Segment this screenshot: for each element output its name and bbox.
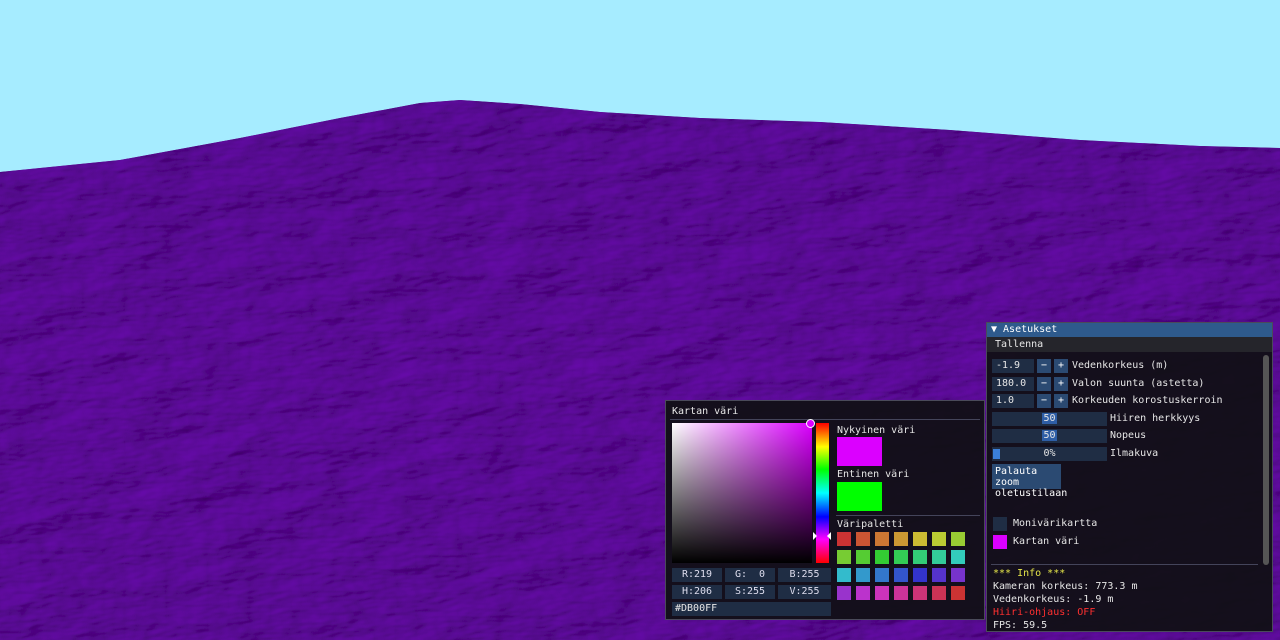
aerial-image-slider-handle[interactable] [993,449,1000,459]
save-menu-item[interactable]: Tallenna [995,339,1043,350]
mouse-sensitivity-slider[interactable]: 50 [992,412,1107,426]
palette-swatch[interactable] [837,550,851,564]
height-exaggeration-decrement-button[interactable]: − [1037,394,1051,408]
camera-height-text: Kameran korkeus: 773.3 m [993,581,1138,592]
value-channel-input[interactable]: V:255 [778,585,831,599]
palette-swatch[interactable] [951,586,965,600]
settings-window[interactable]: ▼ Asetukset Tallenna -1.9 − + Vedenkorke… [986,322,1273,632]
info-divider [991,564,1258,565]
palette-swatch[interactable] [913,568,927,582]
light-direction-increment-button[interactable]: + [1054,377,1068,391]
palette-swatch[interactable] [932,550,946,564]
palette-swatch[interactable] [913,586,927,600]
multicolor-map-label: Monivärikartta [1013,518,1098,529]
settings-title-bar[interactable]: ▼ Asetukset [987,323,1272,337]
palette-swatch[interactable] [932,532,946,546]
mouse-control-status: Hiiri-ohjaus: OFF [993,607,1096,618]
palette-swatch[interactable] [894,568,908,582]
water-height-text: Vedenkorkeus: -1.9 m [993,594,1114,605]
hue-marker-left-icon [813,532,817,540]
previous-color-swatch[interactable] [837,482,882,511]
speed-label: Nopeus [1110,430,1147,441]
palette-swatch[interactable] [951,532,965,546]
speed-slider[interactable]: 50 [992,429,1107,443]
aerial-image-label: Ilmakuva [1110,448,1159,459]
info-header: *** Info *** [993,568,1066,579]
palette-swatch[interactable] [932,586,946,600]
blue-channel-input[interactable]: B:255 [778,568,831,582]
fps-counter: FPS: 59.5 [993,620,1048,631]
palette-swatch[interactable] [856,568,870,582]
water-level-increment-button[interactable]: + [1054,359,1068,373]
settings-scrollbar[interactable] [1263,355,1269,565]
map-color-label: Kartan väri [1013,536,1080,547]
palette-label: Väripaletti [837,519,904,530]
light-direction-label: Valon suunta (astetta) [1072,378,1205,389]
hue-channel-input[interactable]: H:206 [672,585,722,599]
palette-swatch[interactable] [951,550,965,564]
current-color-swatch [837,437,882,466]
saturation-channel-input[interactable]: S:255 [725,585,775,599]
multicolor-map-swatch[interactable] [993,517,1007,531]
palette-swatch[interactable] [894,550,908,564]
palette-swatch[interactable] [913,532,927,546]
palette-swatch[interactable] [837,586,851,600]
light-direction-input[interactable]: 180.0 [992,377,1034,391]
picker-divider [670,419,980,420]
saturation-value-handle[interactable] [806,419,815,428]
saturation-value-square[interactable] [672,423,812,563]
palette-divider [836,515,980,516]
palette-swatch[interactable] [856,532,870,546]
palette-swatch[interactable] [951,568,965,582]
menu-bar: Tallenna [987,337,1272,352]
palette-swatch[interactable] [875,550,889,564]
palette-swatch[interactable] [856,586,870,600]
water-level-label: Vedenkorkeus (m) [1072,360,1169,371]
hue-bar[interactable] [816,423,829,563]
palette-swatch[interactable] [875,586,889,600]
palette-swatch[interactable] [837,568,851,582]
reset-zoom-button[interactable]: Palauta zoom oletustilaan [992,464,1067,499]
previous-color-label: Entinen väri [837,469,910,480]
light-direction-decrement-button[interactable]: − [1037,377,1051,391]
map-color-swatch[interactable] [993,535,1007,549]
height-exaggeration-increment-button[interactable]: + [1054,394,1068,408]
water-level-input[interactable]: -1.9 [992,359,1034,373]
hue-marker-right-icon [827,532,831,540]
palette-swatch[interactable] [875,568,889,582]
height-exaggeration-input[interactable]: 1.0 [992,394,1034,408]
red-channel-input[interactable]: R:219 [672,568,722,582]
mouse-sensitivity-label: Hiiren herkkyys [1110,413,1201,424]
palette-swatch[interactable] [894,532,908,546]
green-channel-input[interactable]: G: 0 [725,568,775,582]
picker-title: Kartan väri [672,406,739,417]
hex-color-input[interactable]: #DB00FF [672,602,831,616]
current-color-label: Nykyinen väri [837,425,916,436]
aerial-image-slider[interactable]: 0% [992,447,1107,461]
water-level-decrement-button[interactable]: − [1037,359,1051,373]
palette-swatch[interactable] [875,532,889,546]
palette-swatch[interactable] [913,550,927,564]
palette-swatch[interactable] [932,568,946,582]
color-picker-window[interactable]: Kartan väri R:219 G: 0 B:255 H:206 S:255… [665,400,985,620]
palette-swatch[interactable] [856,550,870,564]
palette-swatch[interactable] [894,586,908,600]
height-exaggeration-label: Korkeuden korostuskerroin [1072,395,1223,406]
palette-swatch[interactable] [837,532,851,546]
